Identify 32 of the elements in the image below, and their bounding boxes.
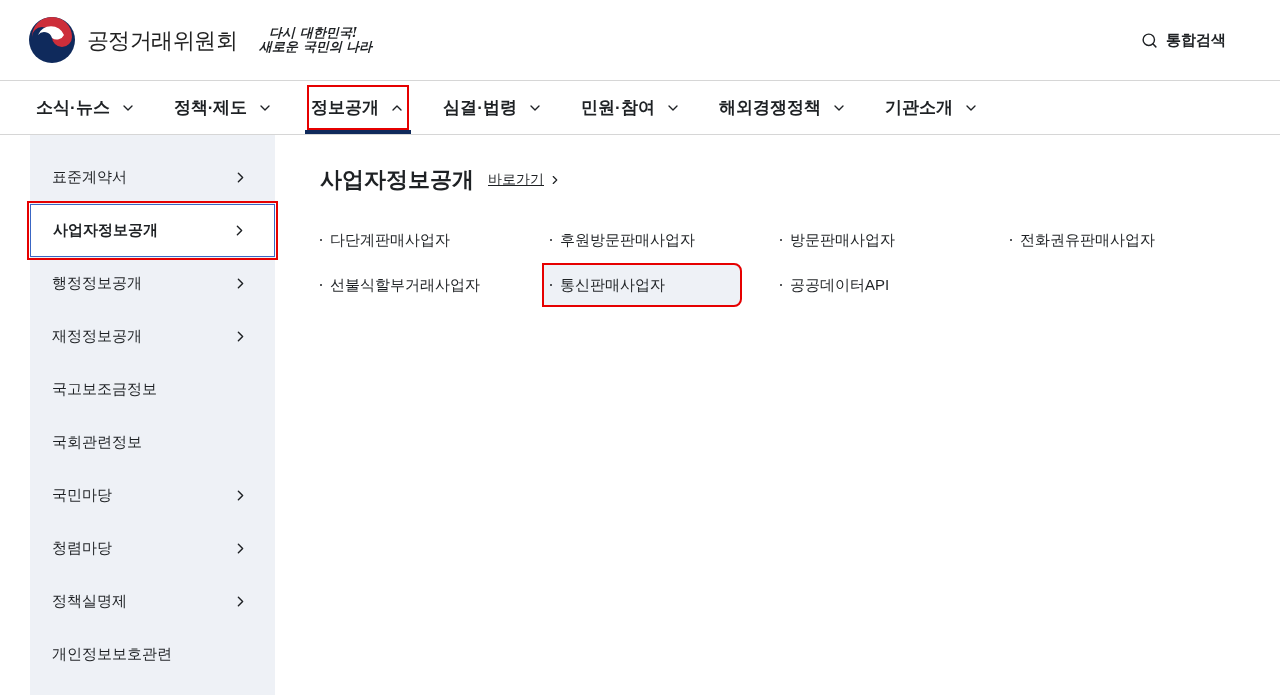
- sidebar-item[interactable]: 정책실명제: [30, 575, 275, 628]
- submenu-link[interactable]: 공공데이터API: [772, 263, 972, 307]
- slogan-text: 다시 대한민국!: [269, 26, 359, 40]
- sidebar-item[interactable]: 표준계약서: [30, 151, 275, 204]
- search-icon: [1141, 31, 1158, 49]
- slogan-text: 새로운 국민의 나라: [259, 40, 373, 54]
- sidebar-item[interactable]: 재정정보공개: [30, 310, 275, 363]
- sidebar-item[interactable]: 행정정보공개: [30, 257, 275, 310]
- nav-menu-item[interactable]: 소식·뉴스: [28, 81, 144, 134]
- sidebar-item[interactable]: 청렴마당: [30, 522, 275, 575]
- shortcut-link[interactable]: 바로가기: [488, 169, 562, 190]
- submenu-link[interactable]: 통신판매사업자: [542, 263, 742, 307]
- search-button[interactable]: 통합검색: [1141, 28, 1226, 52]
- nav-menu-item[interactable]: 기관소개: [876, 81, 987, 134]
- nav-menu-item[interactable]: 해외경쟁정책: [710, 81, 855, 134]
- submenu-link[interactable]: 전화권유판매사업자: [1002, 218, 1202, 262]
- sidebar-item[interactable]: 개인정보보호관련: [30, 628, 275, 681]
- organization-name[interactable]: 공정거래위원회: [87, 23, 238, 57]
- section-title: 사업자정보공개: [320, 166, 474, 194]
- nav-menu-item[interactable]: 정책·제도: [165, 81, 282, 134]
- nav-menu-item[interactable]: 정보공개: [303, 81, 414, 134]
- sidebar-item[interactable]: 사업자정보공개: [30, 204, 275, 257]
- nav-menu-item[interactable]: 민원·참여: [573, 81, 689, 134]
- submenu-link[interactable]: 다단계판매사업자: [312, 218, 512, 262]
- nav-menu-item[interactable]: 심결·법령: [435, 81, 551, 134]
- sidebar-item[interactable]: 국회관련정보: [30, 416, 275, 469]
- emblem-icon: [29, 17, 75, 63]
- sidebar-item[interactable]: 국민마당: [30, 469, 275, 522]
- sidebar-item[interactable]: 국고보조금정보: [30, 363, 275, 416]
- submenu-link[interactable]: 후원방문판매사업자: [542, 218, 742, 262]
- submenu-link[interactable]: 방문판매사업자: [772, 218, 972, 262]
- submenu-link[interactable]: 선불식할부거래사업자: [312, 263, 512, 307]
